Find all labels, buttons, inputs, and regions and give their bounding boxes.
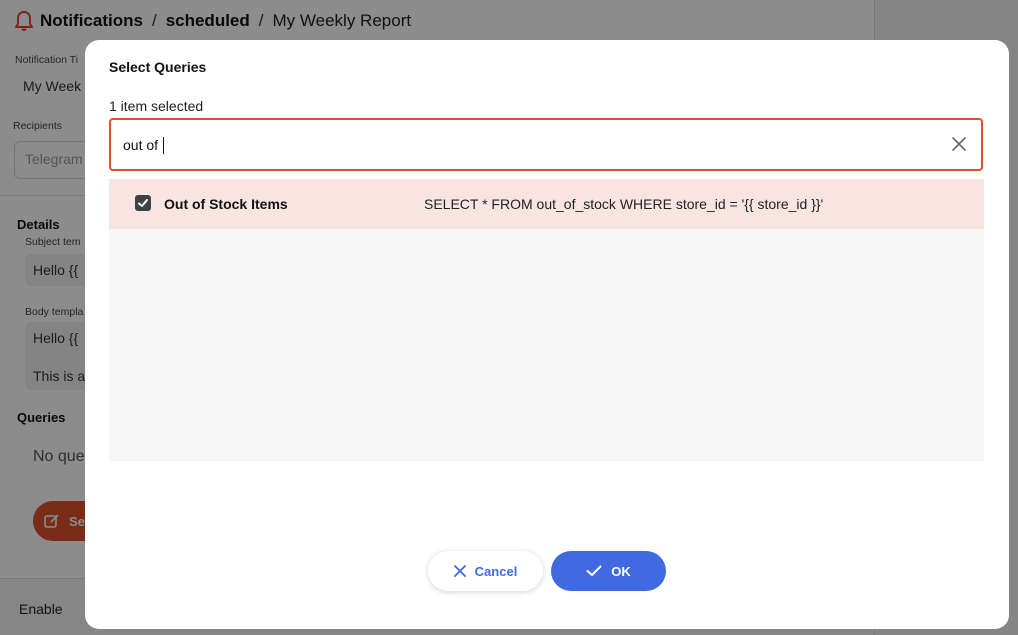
- ok-label: OK: [611, 563, 631, 579]
- results-list: Out of Stock Items SELECT * FROM out_of_…: [109, 179, 984, 461]
- search-field[interactable]: [109, 118, 983, 171]
- cancel-button[interactable]: Cancel: [428, 551, 543, 591]
- row-checkbox[interactable]: [135, 195, 151, 211]
- x-icon: [453, 565, 466, 577]
- search-input[interactable]: [123, 120, 923, 169]
- modal-title: Select Queries: [109, 59, 207, 75]
- selected-count: 1 item selected: [109, 98, 204, 114]
- query-name: Out of Stock Items: [164, 196, 288, 212]
- ok-button[interactable]: OK: [551, 551, 666, 591]
- select-queries-modal: Select Queries 1 item selected Out of St…: [85, 40, 1009, 629]
- cancel-label: Cancel: [474, 563, 518, 579]
- text-caret: [163, 137, 164, 154]
- close-icon[interactable]: [951, 136, 967, 152]
- list-item[interactable]: Out of Stock Items SELECT * FROM out_of_…: [109, 179, 984, 229]
- check-icon: [138, 199, 148, 207]
- query-sql: SELECT * FROM out_of_stock WHERE store_i…: [424, 196, 824, 212]
- check-icon: [586, 565, 602, 576]
